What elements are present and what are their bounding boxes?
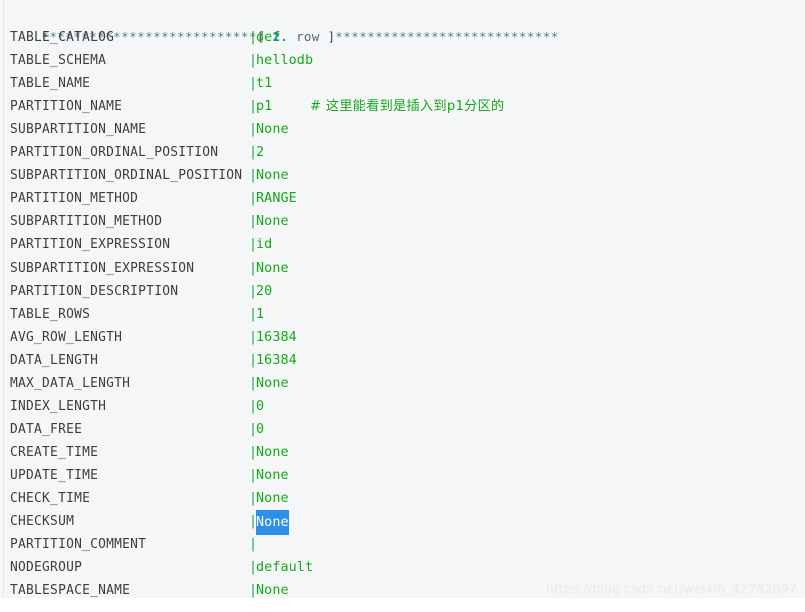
field-name: SUBPARTITION_METHOD [10, 214, 163, 230]
inline-comment: # 这里能看到是插入到p1分区的 [310, 99, 505, 115]
field-value[interactable]: 16384 [256, 349, 297, 372]
field-value[interactable]: p1 [256, 95, 272, 118]
field-value[interactable]: None [256, 579, 289, 598]
table-row[interactable]: SUBPARTITION_NAME | None [0, 118, 805, 141]
field-value[interactable]: 0 [256, 418, 264, 441]
field-value[interactable]: RANGE [256, 187, 297, 210]
field-name: DATA_FREE [10, 421, 83, 437]
table-row[interactable]: SUBPARTITION_ORDINAL_POSITION | None [0, 164, 805, 187]
field-value[interactable]: 1 [256, 303, 264, 326]
table-row[interactable]: PARTITION_NAME | p1 # 这里能看到是插入到p1分区的 [0, 95, 805, 118]
table-row[interactable]: INDEX_LENGTH | 0 [0, 395, 805, 418]
field-value[interactable]: None [256, 441, 289, 464]
table-row[interactable]: TABLE_NAME | t1 [0, 72, 805, 95]
field-name: PARTITION_ORDINAL_POSITION [10, 145, 219, 161]
field-name: MAX_DATA_LENGTH [10, 375, 131, 391]
record-separator-header: ***************************[ 2. row ]***… [0, 2, 805, 44]
table-row[interactable]: CREATE_TIME | None [0, 441, 805, 464]
table-row[interactable]: SUBPARTITION_METHOD | None [0, 210, 805, 233]
field-name: CHECK_TIME [10, 491, 91, 506]
field-value[interactable]: 20 [256, 280, 272, 303]
terminal-output-pane[interactable]: ***************************[ 2. row ]***… [0, 0, 805, 598]
field-value[interactable]: t1 [256, 72, 272, 95]
field-name: AVG_ROW_LENGTH [10, 329, 123, 345]
field-value[interactable]: None [256, 257, 289, 280]
field-name: PARTITION_EXPRESSION [10, 237, 171, 253]
field-value[interactable]: None [256, 210, 289, 233]
field-name: SUBPARTITION_EXPRESSION [10, 260, 195, 276]
field-name: CREATE_TIME [10, 444, 99, 460]
field-name: PARTITION_NAME [10, 99, 123, 115]
field-name: TABLESPACE_NAME [10, 583, 131, 598]
field-value[interactable]: default [256, 556, 313, 579]
table-row[interactable]: AVG_ROW_LENGTH | 16384 [0, 326, 805, 349]
watermark: https://blog.csdn.net/weixin_42782897 [545, 581, 797, 596]
field-value[interactable]: None [256, 487, 289, 510]
field-name: CHECKSUM [10, 514, 75, 530]
field-value[interactable]: None [256, 118, 289, 141]
table-row[interactable]: PARTITION_DESCRIPTION | 20 [0, 280, 805, 303]
field-value[interactable]: 16384 [256, 326, 297, 349]
field-value[interactable]: 2 [256, 141, 264, 164]
table-row[interactable]: PARTITION_COMMENT | [0, 533, 805, 556]
field-value[interactable]: hellodb [256, 49, 313, 72]
field-name: TABLE_ROWS [10, 306, 91, 322]
table-row[interactable]: MAX_DATA_LENGTH | None [0, 372, 805, 395]
field-value[interactable]: None [256, 164, 289, 187]
field-name: NODEGROUP [10, 560, 83, 576]
field-name: UPDATE_TIME [10, 467, 99, 483]
field-name: SUBPARTITION_ORDINAL_POSITION [10, 168, 243, 184]
table-row[interactable]: TABLE_ROWS | 1 [0, 303, 805, 326]
field-value-selected[interactable]: None [256, 510, 289, 536]
field-name: PARTITION_COMMENT [10, 537, 147, 553]
field-value[interactable]: id [256, 233, 272, 256]
field-name: SUBPARTITION_NAME [10, 122, 147, 138]
field-name: TABLE_NAME [10, 76, 91, 92]
field-separator: | [249, 537, 258, 553]
table-row[interactable]: TABLE_CATALOG | def [0, 26, 805, 49]
table-row[interactable]: NODEGROUP | default [0, 556, 805, 579]
field-name: DATA_LENGTH [10, 352, 99, 368]
table-row[interactable]: CHECKSUM | None [0, 510, 805, 536]
field-name: TABLE_CATALOG [10, 30, 115, 45]
field-name: TABLE_SCHEMA [10, 53, 107, 69]
field-value[interactable]: None [256, 464, 289, 487]
field-name: INDEX_LENGTH [10, 398, 107, 414]
field-name: PARTITION_DESCRIPTION [10, 283, 179, 299]
table-row[interactable]: DATA_FREE | 0 [0, 418, 805, 441]
table-row[interactable]: CHECK_TIME | None [0, 487, 805, 510]
table-row[interactable]: PARTITION_ORDINAL_POSITION | 2 [0, 141, 805, 164]
field-value[interactable]: def [256, 26, 281, 49]
table-row[interactable]: SUBPARTITION_EXPRESSION | None [0, 257, 805, 280]
table-row[interactable]: TABLE_SCHEMA | hellodb [0, 49, 805, 72]
table-row[interactable]: UPDATE_TIME | None [0, 464, 805, 487]
table-row[interactable]: PARTITION_EXPRESSION | id [0, 233, 805, 256]
field-value[interactable]: 0 [256, 395, 264, 418]
field-value[interactable]: None [256, 372, 289, 395]
table-row[interactable]: PARTITION_METHOD | RANGE [0, 187, 805, 210]
field-name: PARTITION_METHOD [10, 191, 139, 207]
table-row[interactable]: DATA_LENGTH | 16384 [0, 349, 805, 372]
